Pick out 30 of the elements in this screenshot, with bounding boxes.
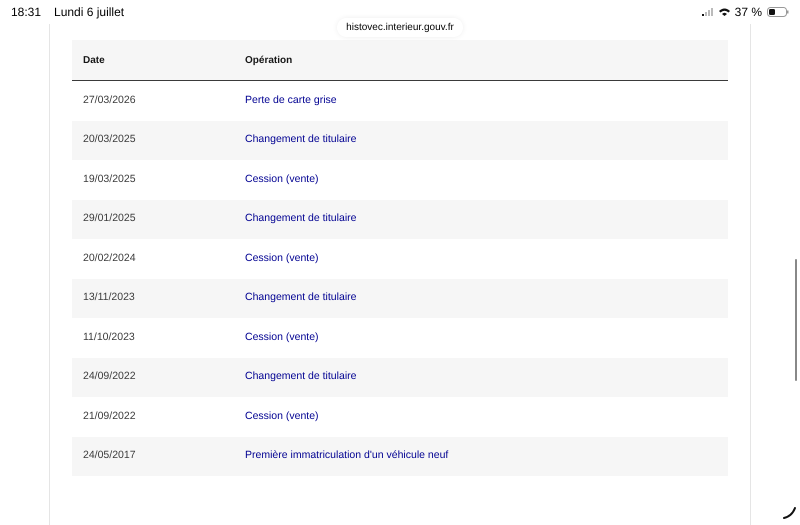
date-cell-text: 24/05/2017: [82, 448, 137, 464]
operation-link[interactable]: Changement de titulaire: [245, 211, 356, 228]
operation-link[interactable]: Changement de titulaire: [245, 132, 356, 148]
date-cell-text: 20/03/2025: [82, 132, 137, 148]
signal-icon: [702, 8, 714, 16]
url-bar[interactable]: histovec.interieur.gouv.fr: [337, 18, 463, 37]
battery-icon: [767, 7, 789, 17]
date-cell-text: 29/01/2025: [82, 211, 137, 226]
operation-link[interactable]: Cession (vente): [245, 172, 319, 188]
column-header: Opération: [245, 54, 292, 68]
date-cell-text: 20/02/2024: [82, 250, 137, 266]
status-date: Lundi 6 juillet: [54, 4, 124, 21]
wifi-icon: [718, 8, 730, 16]
operation-link[interactable]: Cession (vente): [245, 408, 319, 425]
date-cell-text: 24/09/2022: [82, 369, 137, 384]
date-cell-text: 21/09/2022: [82, 408, 137, 424]
operation-link[interactable]: Cession (vente): [245, 330, 319, 346]
operation-link[interactable]: Changement de titulaire: [245, 369, 356, 386]
date-cell-text: 11/10/2023: [82, 330, 136, 345]
battery-percentage: 37 %: [734, 4, 762, 21]
operation-link[interactable]: Cession (vente): [245, 250, 319, 267]
operation-link[interactable]: Première immatriculation d'un véhicule neuf: [245, 448, 448, 464]
column-header: Date: [82, 54, 106, 68]
date-cell-text: 19/03/2025: [82, 172, 137, 187]
loading-arc-icon: [783, 507, 797, 519]
operation-link[interactable]: Perte de carte grise: [245, 92, 337, 109]
date-cell-text: 13/11/2023: [82, 290, 136, 306]
status-time: 18:31: [11, 4, 42, 21]
operation-link[interactable]: Changement de titulaire: [245, 290, 356, 306]
date-cell-text: 27/03/2026: [82, 92, 137, 108]
